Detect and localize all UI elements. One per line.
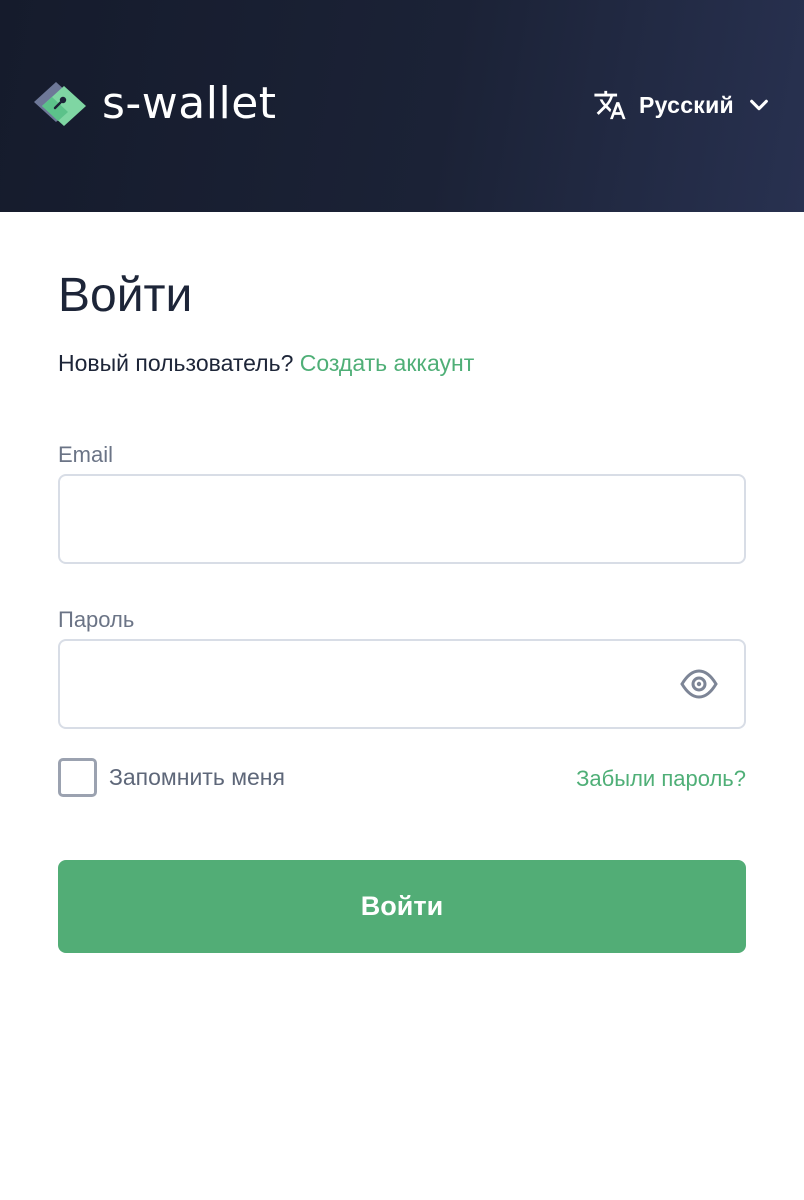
chevron-down-icon (750, 99, 768, 111)
remember-me[interactable]: Запомнить меня (58, 758, 285, 797)
wallet-logo-icon (34, 82, 86, 126)
language-label: Русский (638, 91, 734, 118)
email-label: Email (58, 442, 114, 467)
eye-icon[interactable] (680, 669, 718, 699)
signup-prompt: Новый пользователь? Создать аккаунт (58, 350, 474, 377)
password-label: Пароль (58, 607, 135, 632)
remember-me-label: Запомнить меня (109, 764, 285, 790)
login-button[interactable]: Войти (58, 860, 746, 953)
brand-name: s-wallet (102, 78, 277, 129)
translate-icon (594, 90, 626, 120)
signup-prompt-text: Новый пользователь? (58, 350, 294, 376)
password-field[interactable] (60, 641, 744, 727)
app-header: s-wallet Русский (0, 0, 804, 212)
email-field[interactable] (60, 476, 744, 562)
email-field-box (58, 474, 746, 564)
password-field-box (58, 639, 746, 729)
forgot-password-link[interactable]: Забыли пароль? (576, 766, 746, 792)
remember-me-checkbox[interactable] (58, 758, 97, 797)
language-selector[interactable]: Русский (593, 88, 770, 122)
page-title: Войти (58, 269, 193, 322)
create-account-link[interactable]: Создать аккаунт (300, 350, 475, 376)
brand-logo[interactable]: s-wallet (30, 78, 277, 130)
